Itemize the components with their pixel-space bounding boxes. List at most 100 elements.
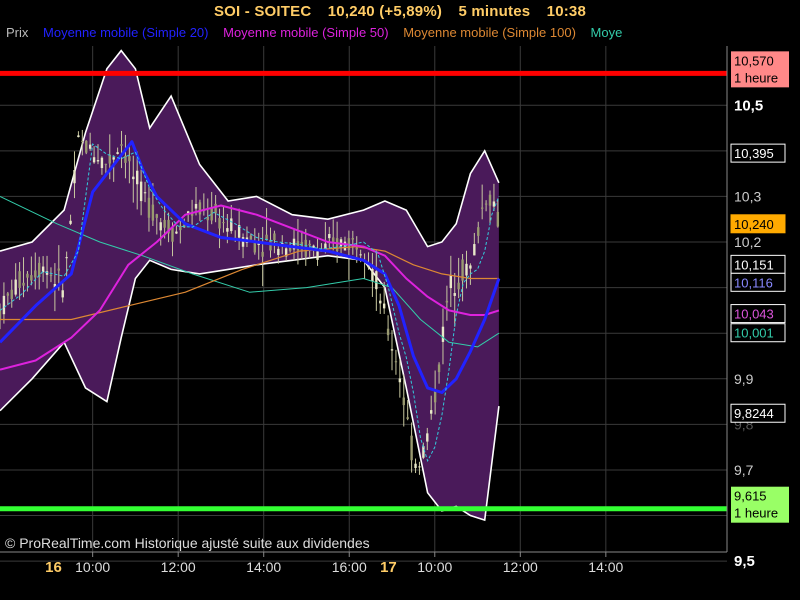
candle-body-71 [277,248,280,256]
candle-body-45 [175,231,178,234]
y-tick-label-2: 10,2 [734,234,761,250]
candle-body-107 [418,466,421,468]
candle-body-32 [124,155,127,163]
candle-body-54 [210,208,213,221]
price-tag-3: 10,116 [734,275,773,290]
x-tick-label-6: 14:00 [588,559,623,575]
candle-body-102 [398,378,402,383]
candle-body-91 [355,247,358,250]
candle-body-95 [371,269,374,282]
candle-body-5 [18,271,21,288]
candle-body-56 [218,217,221,229]
candle-body-103 [402,397,405,406]
candle-body-53 [206,216,209,221]
candle-body-41 [159,222,162,231]
candle-body-111 [433,391,437,403]
candle-body-65 [253,242,257,253]
candle-body-122 [477,227,480,236]
price-tag-4: 10,043 [734,307,774,322]
candle-body-101 [394,361,398,363]
y-tick-label-5: 9,5 [734,553,755,570]
candle-body-18 [69,220,72,224]
candle-body-57 [222,222,225,224]
candle-body-10 [38,262,41,278]
candle-body-42 [163,219,166,228]
candle-body-81 [316,251,319,260]
candle-body-117 [457,282,460,290]
x-tick-label-2: 14:00 [246,559,281,575]
candle-body-31 [120,144,123,146]
price-tag-5: 10,001 [734,326,774,341]
candle-body-27 [104,163,108,165]
candle-body-62 [241,237,245,247]
candle-body-86 [335,238,339,251]
candle-body-23 [88,144,92,149]
x-tick-label-5: 12:00 [503,559,538,575]
y-tick-label-4: 9,7 [734,462,754,478]
candle-body-37 [143,192,147,194]
candle-body-44 [171,227,174,242]
x-day-label-1: 17 [380,559,397,576]
candle-body-67 [261,251,264,257]
candle-body-51 [198,202,202,215]
price-tag-6: 9,8244 [734,406,774,421]
x-tick-label-0: 10:00 [75,559,110,575]
candle-body-119 [465,263,468,276]
candle-body-26 [100,157,104,169]
price-tag-2: 10,151 [734,257,774,272]
candle-body-84 [328,234,331,239]
candle-body-100 [390,349,394,351]
x-tick-label-4: 10:00 [417,559,452,575]
price-tag-1: 10,240 [734,217,774,232]
candle-body-113 [441,326,445,342]
candle-body-59 [230,218,233,232]
candle-body-127 [496,211,500,227]
candle-body-40 [155,214,159,218]
candle-body-11 [41,266,45,273]
y-tick-label-3: 9,9 [734,371,754,387]
candle-body-123 [480,207,484,209]
x-day-label-0: 16 [45,559,62,576]
price-chart[interactable]: 10,570 1 heure 9,615 1 heure 10,5 10,3 10,2 9,… [0,0,800,600]
candle-body-116 [453,293,456,296]
candle-body-25 [96,160,100,162]
candle-body-105 [410,435,413,461]
level-tag-sub-1: 1 heure [734,506,778,521]
candle-body-4 [14,279,17,295]
y-tick-label-1: 10,3 [734,188,761,204]
candle-body-15 [57,268,61,271]
candle-body-17 [65,257,68,259]
candle-body-36 [139,181,143,202]
candle-body-79 [308,243,311,246]
candle-body-13 [49,274,53,276]
candle-body-34 [132,176,135,180]
candle-body-115 [449,275,453,289]
candle-body-109 [426,433,429,442]
candle-body-125 [488,194,492,206]
candle-body-104 [406,417,409,419]
candle-body-58 [226,228,229,232]
candle-body-1 [2,295,6,315]
candle-body-97 [379,300,382,304]
candle-body-12 [45,271,49,275]
y-tick-label-0: 10,5 [734,97,763,114]
candle-body-16 [61,290,64,298]
candle-body-99 [386,328,390,336]
candle-body-108 [422,446,425,458]
level-tag-sub-0: 1 heure [734,70,778,85]
level-tag-value-1: 9,615 [734,489,767,504]
candle-body-90 [351,238,355,240]
candle-body-55 [214,203,217,214]
candle-body-120 [469,265,472,269]
x-tick-label-3: 16:00 [332,559,367,575]
x-tick-label-1: 12:00 [161,559,196,575]
candle-body-50 [194,203,198,209]
candle-body-3 [10,289,13,299]
candle-body-121 [473,244,476,256]
candle-body-110 [430,410,433,414]
price-tag-0: 10,395 [734,146,774,161]
candle-body-28 [108,154,111,164]
candle-body-7 [26,273,29,278]
candle-body-70 [273,233,276,241]
candle-body-8 [30,275,33,281]
